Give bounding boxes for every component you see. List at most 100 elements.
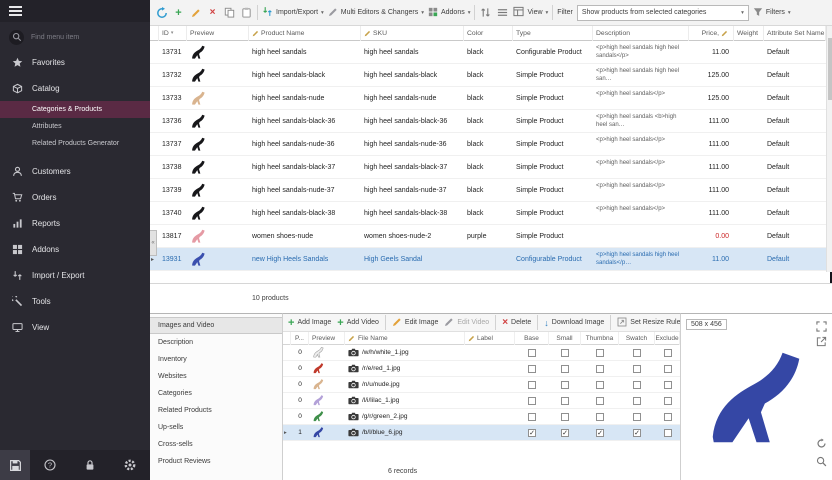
paste-icon[interactable] xyxy=(240,6,253,20)
col-preview[interactable]: Preview xyxy=(309,332,345,345)
product-row[interactable]: 13736high heel sandals-black-36high heel… xyxy=(150,110,826,133)
col-file-name[interactable]: File Name xyxy=(345,332,465,345)
col-preview[interactable]: Preview xyxy=(187,26,249,41)
checkbox[interactable] xyxy=(561,413,569,421)
product-row[interactable]: 13733high heel sandals-nudehigh heel san… xyxy=(150,87,826,110)
sidebar-item-related-products-generator[interactable]: Related Products Generator xyxy=(0,135,150,152)
product-row[interactable]: 13740high heel sandals-black-38high heel… xyxy=(150,202,826,225)
sidebar-item-attributes[interactable]: Attributes xyxy=(0,118,150,135)
download-image-button[interactable]: ↓Download Image xyxy=(544,318,604,328)
col-color[interactable]: Color xyxy=(464,26,513,41)
category-filter-select[interactable]: Show products from selected categories ▾ xyxy=(577,5,749,21)
tab-websites[interactable]: Websites xyxy=(150,368,282,385)
checkbox[interactable]: ✓ xyxy=(633,429,641,437)
checkbox[interactable] xyxy=(596,413,604,421)
image-row[interactable]: 0/l/i/lilac_1.jpg xyxy=(283,393,680,409)
col-attribute-set-name[interactable]: Attribute Set Name xyxy=(764,26,826,41)
image-row[interactable]: 0/n/u/nude.jpg xyxy=(283,377,680,393)
col-id[interactable]: ID ▾ xyxy=(159,26,187,41)
col-type[interactable]: Type xyxy=(513,26,593,41)
product-row[interactable]: 13738high heel sandals-black-37high heel… xyxy=(150,156,826,179)
col-sku[interactable]: SKU xyxy=(361,26,464,41)
tab-images-and-video[interactable]: Images and Video xyxy=(150,317,282,334)
product-row[interactable]: 13732high heel sandals-blackhigh heel sa… xyxy=(150,64,826,87)
sidebar-item-view[interactable]: View xyxy=(0,314,150,340)
checkbox[interactable] xyxy=(664,413,672,421)
products-scrollbar[interactable] xyxy=(826,26,832,272)
sidebar-item-customers[interactable]: Customers xyxy=(0,158,150,184)
tab-description[interactable]: Description xyxy=(150,334,282,351)
col-label-col[interactable]: Label xyxy=(465,332,515,345)
product-row[interactable]: ▸13931new High Heels SandalsHigh Geels S… xyxy=(150,248,826,271)
col-position[interactable]: P... xyxy=(291,332,309,345)
product-row[interactable]: 13739high heel sandals-nude-37high heel … xyxy=(150,179,826,202)
zoom-icon[interactable] xyxy=(816,454,827,472)
col-weight[interactable]: Weight xyxy=(734,26,764,41)
product-row[interactable]: 13737high heel sandals-nude-36high heel … xyxy=(150,133,826,156)
image-row[interactable]: 0/r/e/red_1.jpg xyxy=(283,361,680,377)
checkbox[interactable] xyxy=(528,365,536,373)
checkbox[interactable] xyxy=(633,365,641,373)
sidebar-item-addons[interactable]: Addons xyxy=(0,236,150,262)
checkbox[interactable] xyxy=(596,365,604,373)
sort-icon[interactable] xyxy=(479,6,492,20)
delete-image-button[interactable]: ×Delete xyxy=(502,317,531,328)
checkbox[interactable] xyxy=(664,365,672,373)
checkbox[interactable] xyxy=(664,397,672,405)
sidebar-item-import-export[interactable]: Import / Export xyxy=(0,262,150,288)
checkbox[interactable] xyxy=(561,349,569,357)
tab-related-products[interactable]: Related Products xyxy=(150,402,282,419)
help-icon[interactable]: ? xyxy=(30,459,70,471)
list-icon[interactable] xyxy=(496,6,509,20)
checkbox[interactable] xyxy=(528,413,536,421)
tab-inventory[interactable]: Inventory xyxy=(150,351,282,368)
rotate-icon[interactable] xyxy=(816,436,827,454)
checkbox[interactable] xyxy=(596,349,604,357)
checkbox[interactable] xyxy=(528,381,536,389)
checkbox[interactable] xyxy=(561,381,569,389)
checkbox[interactable] xyxy=(633,397,641,405)
checkbox[interactable]: ✓ xyxy=(596,429,604,437)
copy-icon[interactable] xyxy=(223,6,236,20)
lock-icon[interactable] xyxy=(70,459,110,471)
refresh-icon[interactable] xyxy=(155,6,168,20)
sidebar-item-categories-products[interactable]: Categories & Products xyxy=(0,101,150,118)
add-image-button[interactable]: +Add Image xyxy=(288,318,331,328)
col-exclude[interactable]: Exclude xyxy=(655,332,680,345)
col-swatch[interactable]: Swatch xyxy=(619,332,655,345)
image-row[interactable]: 0/w/h/white_1.jpg xyxy=(283,345,680,361)
multi-editors-menu[interactable]: Multi Editors & Changers ▾ xyxy=(328,7,424,19)
checkbox[interactable] xyxy=(664,429,672,437)
checkbox[interactable] xyxy=(596,381,604,389)
external-link-icon[interactable] xyxy=(816,334,827,352)
scrollbar-thumb[interactable] xyxy=(828,38,832,100)
delete-x-icon[interactable]: × xyxy=(206,6,219,20)
settings-gear-icon[interactable] xyxy=(110,459,150,471)
image-row[interactable]: ▸1/b/l/blue_6.jpg✓✓✓✓ xyxy=(283,425,680,441)
checkbox[interactable] xyxy=(633,413,641,421)
add-product-button[interactable]: + xyxy=(172,6,185,20)
checkbox[interactable]: ✓ xyxy=(561,429,569,437)
checkbox[interactable] xyxy=(561,365,569,373)
checkbox[interactable] xyxy=(664,349,672,357)
sidebar-item-favorites[interactable]: Favorites xyxy=(0,49,150,75)
menu-icon[interactable] xyxy=(9,6,22,16)
col-thumbnail[interactable]: Thumbna xyxy=(581,332,619,345)
sidebar-item-catalog[interactable]: Catalog xyxy=(0,75,150,101)
add-video-button[interactable]: +Add Video xyxy=(337,318,379,328)
sidebar-item-orders[interactable]: Orders xyxy=(0,184,150,210)
checkbox[interactable] xyxy=(528,349,536,357)
checkbox[interactable] xyxy=(664,381,672,389)
sidebar-item-reports[interactable]: Reports xyxy=(0,210,150,236)
import-export-menu[interactable]: Import/Export ▾ xyxy=(262,6,324,19)
save-icon[interactable] xyxy=(0,450,30,480)
col-product-name[interactable]: Product Name xyxy=(249,26,361,41)
checkbox[interactable] xyxy=(596,397,604,405)
checkbox[interactable] xyxy=(528,397,536,405)
panel-collapse-handle[interactable]: « xyxy=(150,230,157,256)
tab-up-sells[interactable]: Up-sells xyxy=(150,419,282,436)
checkbox[interactable] xyxy=(561,397,569,405)
tab-categories[interactable]: Categories xyxy=(150,385,282,402)
col-small[interactable]: Small xyxy=(549,332,581,345)
col-base[interactable]: Base xyxy=(515,332,549,345)
